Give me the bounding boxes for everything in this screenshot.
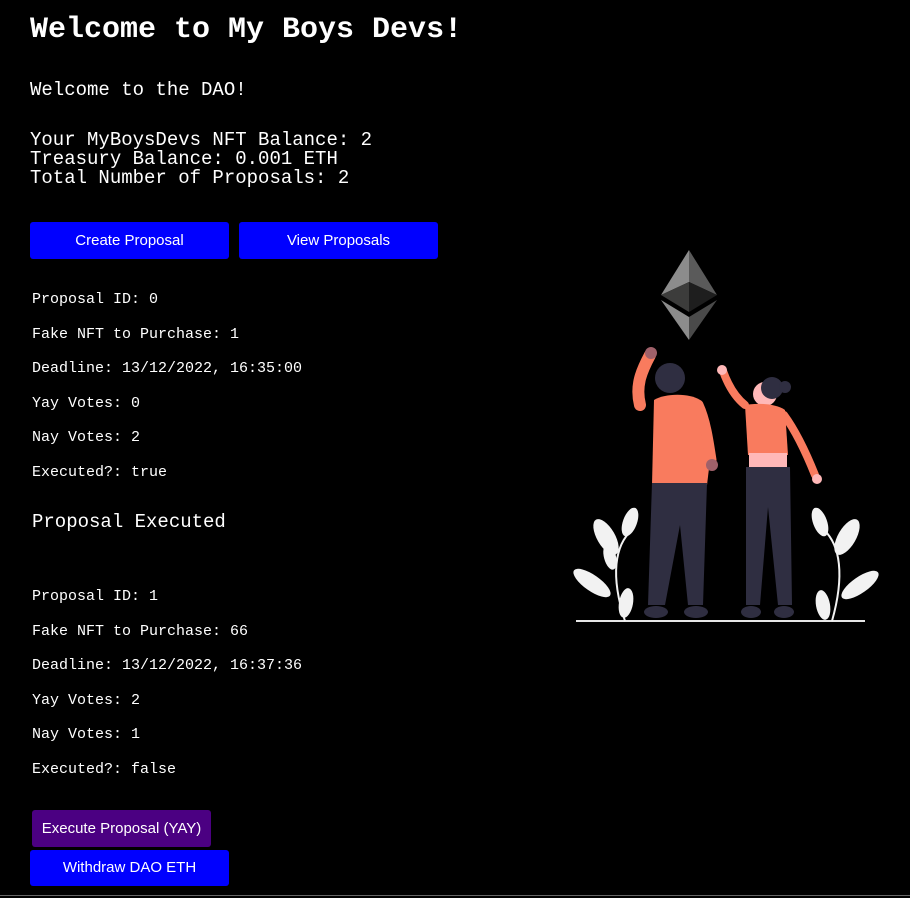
proposal-deadline: Deadline: 13/12/2022, 16:37:36 bbox=[32, 657, 303, 675]
man-figure bbox=[632, 347, 718, 618]
bottom-divider bbox=[0, 895, 910, 896]
proposal-id: Proposal ID: 0 bbox=[32, 291, 159, 308]
view-proposals-button[interactable]: View Proposals bbox=[239, 222, 438, 259]
proposal-executed: Executed?: true bbox=[32, 463, 168, 481]
ethereum-people-illustration bbox=[573, 250, 879, 622]
total-proposals-text: Total Number of Proposals: 2 bbox=[30, 167, 350, 189]
proposal-nft: Fake NFT to Purchase: 66 bbox=[32, 622, 249, 640]
page-title: Welcome to My Boys Devs! bbox=[30, 13, 463, 47]
proposal-nft: Fake NFT to Purchase: 1 bbox=[32, 325, 240, 343]
proposal-nay-votes: Nay Votes: 1 bbox=[32, 726, 141, 744]
proposal-id: Proposal ID: 1 bbox=[32, 588, 159, 605]
ethereum-icon bbox=[661, 250, 717, 340]
left-plant-icon bbox=[573, 507, 639, 622]
woman-figure bbox=[717, 365, 822, 618]
proposal-yay-votes: Yay Votes: 0 bbox=[32, 394, 141, 412]
proposal-executed: Executed?: false bbox=[32, 760, 177, 778]
right-plant-icon bbox=[811, 507, 879, 622]
dao-stats: Your MyBoysDevs NFT Balance: 2 Treasury … bbox=[30, 131, 372, 188]
proposal-card: Proposal ID: 1 Fake NFT to Purchase: 66 … bbox=[32, 587, 302, 795]
withdraw-dao-eth-button[interactable]: Withdraw DAO ETH bbox=[30, 850, 229, 886]
proposal-card: Proposal ID: 0 Fake NFT to Purchase: 1 D… bbox=[32, 290, 302, 498]
proposal-nay-votes: Nay Votes: 2 bbox=[32, 429, 141, 447]
proposal-executed-status: Proposal Executed bbox=[32, 511, 226, 533]
dao-welcome-text: Welcome to the DAO! bbox=[30, 79, 247, 101]
execute-proposal-button[interactable]: Execute Proposal (YAY) bbox=[32, 810, 211, 847]
proposal-yay-votes: Yay Votes: 2 bbox=[32, 691, 141, 709]
proposal-deadline: Deadline: 13/12/2022, 16:35:00 bbox=[32, 360, 303, 378]
create-proposal-button[interactable]: Create Proposal bbox=[30, 222, 229, 259]
